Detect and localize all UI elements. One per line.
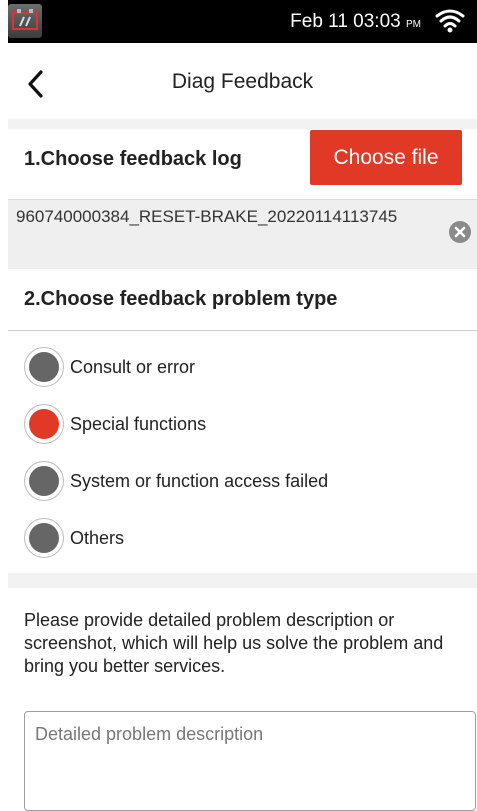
problem-type-title: 2.Choose feedback problem type [24, 288, 338, 310]
battery-app-icon [8, 4, 42, 38]
radio-label: Consult or error [70, 356, 196, 377]
radio-option-consult[interactable]: Consult or error [24, 345, 464, 389]
radio-label: System or function access failed [70, 470, 329, 491]
choose-file-button[interactable]: Choose file [310, 130, 462, 185]
radio-button[interactable] [24, 518, 64, 558]
app-header: Diag Feedback [8, 43, 477, 119]
section-divider [8, 573, 477, 588]
radio-button[interactable] [24, 461, 64, 501]
description-section: Please provide detailed problem descript… [8, 588, 477, 811]
radio-button-selected[interactable] [24, 404, 64, 444]
wifi-icon [435, 9, 465, 33]
radio-label: Special functions [70, 413, 207, 434]
section-divider [8, 119, 477, 129]
selected-file: 960740000384_RESET-BRAKE_20220114113745 [8, 199, 477, 270]
description-input[interactable] [24, 711, 476, 811]
radio-option-others[interactable]: Others [24, 516, 464, 560]
radio-option-system-access[interactable]: System or function access failed [24, 459, 464, 503]
status-clock: Feb 11 03:03 PM [290, 11, 421, 33]
feedback-log-section: 1.Choose feedback log Choose file [8, 129, 477, 199]
close-circle-icon[interactable] [449, 221, 471, 243]
log-section-title: 1.Choose feedback log [24, 148, 242, 170]
status-date: Feb 11 [290, 11, 348, 32]
radio-label: Others [70, 527, 125, 548]
page-title: Diag Feedback [171, 70, 314, 93]
radio-option-special-functions[interactable]: Special functions [24, 402, 464, 446]
divider [8, 330, 477, 331]
problem-type-section: 2.Choose feedback problem type Consult o… [8, 269, 477, 573]
status-ampm: PM [406, 19, 421, 30]
status-bar: Feb 11 03:03 PM [8, 0, 477, 43]
status-time-value: 03:03 [353, 11, 401, 32]
radio-button[interactable] [24, 347, 64, 387]
description-instructions: Please provide detailed problem descript… [24, 610, 444, 676]
file-name: 960740000384_RESET-BRAKE_20220114113745 [16, 207, 398, 226]
